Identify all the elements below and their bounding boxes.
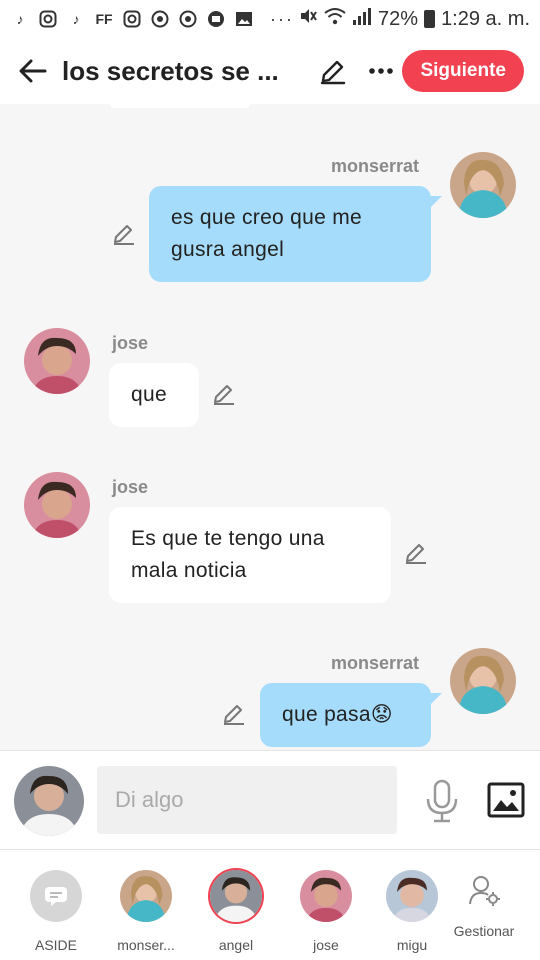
- notification-icons: ♪ ♪ FF ···: [10, 9, 294, 30]
- image-icon: [487, 782, 525, 818]
- microphone-icon: [426, 779, 458, 823]
- character-label: monser...: [117, 937, 175, 953]
- insert-image-button[interactable]: [487, 782, 525, 818]
- bubble-tail: [428, 196, 442, 210]
- next-button[interactable]: Siguiente: [402, 50, 524, 92]
- edit-message-button[interactable]: [112, 222, 138, 248]
- message-input-bar: Di algo: [0, 750, 540, 850]
- chat-header: los secretos se ... Siguiente: [0, 38, 540, 104]
- more-options-button[interactable]: [364, 54, 398, 88]
- gallery-icon: [234, 9, 254, 29]
- app-icon: [150, 9, 170, 29]
- current-speaker-avatar[interactable]: [14, 766, 84, 836]
- tiktok-icon: ♪: [72, 11, 80, 27]
- avatar: [120, 870, 172, 922]
- instagram-icon: [38, 9, 58, 29]
- pencil-icon: [406, 544, 426, 564]
- message-line: gusra angel: [171, 238, 285, 261]
- character-label: migu: [396, 937, 428, 953]
- voice-input-button[interactable]: [425, 779, 459, 823]
- character-angel[interactable]: angel: [196, 870, 276, 953]
- character-monserrat[interactable]: monser...: [106, 870, 186, 953]
- message-bubble[interactable]: es que creo que me gusra angel: [149, 186, 431, 282]
- message-line: que pasa😟: [282, 703, 394, 726]
- status-bar: ♪ ♪ FF ··· 72% 1:29 a. m.: [0, 0, 540, 38]
- avatar[interactable]: [24, 328, 90, 394]
- avatar: [300, 870, 352, 922]
- sender-name: monserrat: [331, 156, 420, 176]
- character-label: ASIDE: [34, 937, 77, 953]
- back-button[interactable]: [16, 54, 50, 88]
- avatar[interactable]: [450, 152, 516, 218]
- instagram-icon: [122, 9, 142, 29]
- chat-area[interactable]: monserrat es que creo que me gusra angel…: [0, 104, 540, 750]
- mute-icon: [298, 6, 318, 32]
- clock: 1:29 a. m.: [441, 7, 530, 30]
- character-label: angel: [218, 937, 254, 953]
- message-bubble[interactable]: que pasa😟: [260, 683, 431, 747]
- pencil-icon: [320, 60, 346, 85]
- message-icon: [45, 887, 67, 906]
- sender-name: jose: [112, 477, 149, 497]
- app-icon: [178, 9, 198, 29]
- story-title: los secretos se ...: [62, 55, 279, 86]
- battery-level: 72%: [378, 7, 419, 30]
- edit-message-button[interactable]: [222, 702, 248, 728]
- edit-title-button[interactable]: [316, 54, 350, 88]
- battery-icon: [424, 10, 436, 28]
- message-line: que: [131, 383, 167, 406]
- more-horizontal-icon: [369, 68, 393, 74]
- tiktok-icon: ♪: [16, 11, 24, 27]
- character-jose[interactable]: jose: [286, 870, 366, 953]
- arrow-left-icon: [19, 59, 47, 83]
- app-icon: [206, 9, 226, 29]
- character-label: jose: [313, 937, 339, 953]
- bubble-tail: [428, 693, 442, 707]
- avatar[interactable]: [450, 648, 516, 714]
- message-input[interactable]: Di algo: [97, 766, 397, 834]
- character-migu[interactable]: migu: [372, 870, 452, 953]
- message-bubble[interactable]: que: [109, 363, 199, 427]
- sender-name: monserrat: [331, 653, 420, 673]
- manage-characters-button[interactable]: Gestionar: [448, 874, 520, 939]
- wifi-icon: [324, 7, 346, 31]
- system-status: 72% 1:29 a. m.: [298, 6, 530, 32]
- message-bubble[interactable]: Es que te tengo una mala noticia: [109, 507, 391, 603]
- avatar: [210, 870, 262, 922]
- message-line: Es que te tengo una: [131, 527, 325, 550]
- previous-message-edge: [110, 104, 250, 108]
- ff-icon: FF: [95, 11, 113, 27]
- edit-message-button[interactable]: [212, 382, 238, 408]
- character-bar: ASIDE monser... angel jose migu Gestiona…: [0, 850, 540, 960]
- message-line: es que creo que me: [171, 206, 363, 229]
- avatar: [386, 870, 438, 922]
- pencil-icon: [114, 225, 134, 245]
- sender-name: jose: [112, 333, 149, 353]
- pencil-icon: [214, 385, 234, 405]
- signal-icon: [352, 7, 372, 31]
- aside-avatar: [30, 870, 82, 922]
- manage-user-icon: [469, 876, 500, 906]
- avatar[interactable]: [24, 472, 90, 538]
- message-line: mala noticia: [131, 559, 247, 582]
- edit-message-button[interactable]: [404, 541, 430, 567]
- manage-label: Gestionar: [453, 923, 515, 939]
- character-aside[interactable]: ASIDE: [16, 870, 96, 953]
- more-notifications-icon: ···: [270, 8, 294, 29]
- pencil-icon: [224, 705, 244, 725]
